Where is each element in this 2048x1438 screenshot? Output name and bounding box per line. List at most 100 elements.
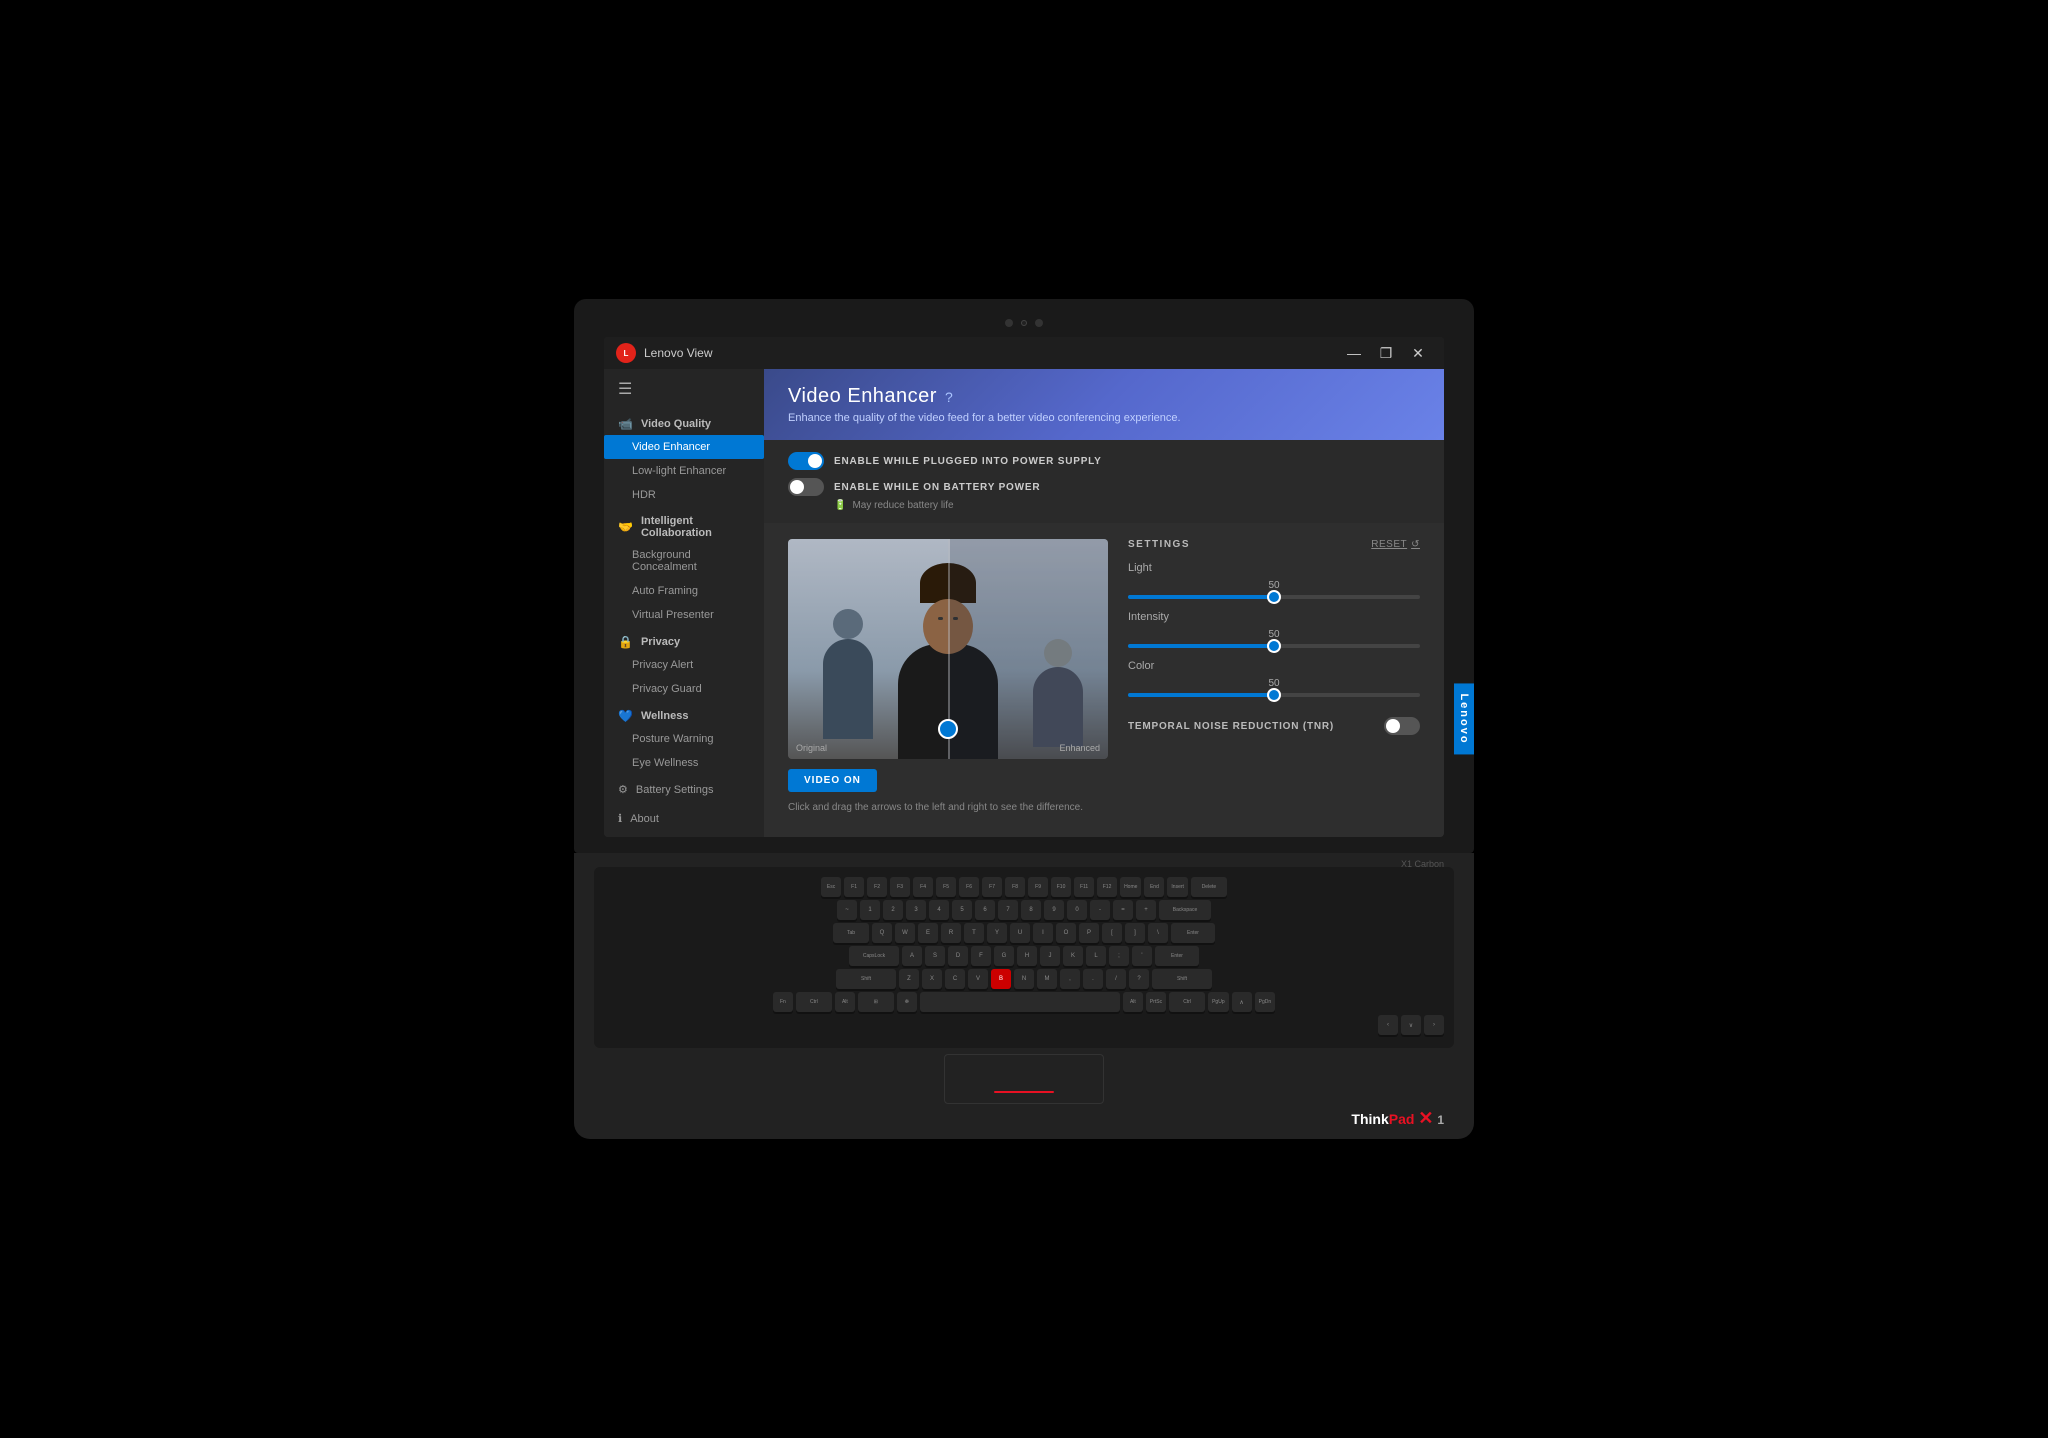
key-up[interactable]: ∧ — [1232, 992, 1252, 1012]
key-m[interactable]: M — [1037, 969, 1057, 989]
color-slider[interactable] — [1128, 693, 1420, 697]
key-equals[interactable]: = — [1113, 900, 1133, 920]
key-backspace[interactable]: Backspace — [1159, 900, 1211, 920]
trackpad[interactable] — [944, 1054, 1104, 1104]
key-left[interactable]: ‹ — [1378, 1015, 1398, 1035]
key-f1[interactable]: F1 — [844, 877, 864, 897]
key-9[interactable]: 9 — [1044, 900, 1064, 920]
key-t[interactable]: T — [964, 923, 984, 943]
light-slider[interactable] — [1128, 595, 1420, 599]
key-e[interactable]: E — [918, 923, 938, 943]
key-tilde[interactable]: ~ — [837, 900, 857, 920]
key-shift-r[interactable]: Shift — [1152, 969, 1212, 989]
key-delete[interactable]: Delete — [1191, 877, 1227, 897]
key-z[interactable]: Z — [899, 969, 919, 989]
key-j[interactable]: J — [1040, 946, 1060, 966]
key-w[interactable]: W — [895, 923, 915, 943]
sidebar-section-wellness[interactable]: 💙 Wellness — [604, 701, 764, 727]
key-space[interactable] — [920, 992, 1120, 1012]
key-period[interactable]: . — [1083, 969, 1103, 989]
key-d[interactable]: D — [948, 946, 968, 966]
key-semicolon[interactable]: ; — [1109, 946, 1129, 966]
key-right[interactable]: › — [1424, 1015, 1444, 1035]
key-f4[interactable]: F4 — [913, 877, 933, 897]
key-5[interactable]: 5 — [952, 900, 972, 920]
key-f8[interactable]: F8 — [1005, 877, 1025, 897]
key-6[interactable]: 6 — [975, 900, 995, 920]
key-i[interactable]: I — [1033, 923, 1053, 943]
sidebar-section-privacy[interactable]: 🔒 Privacy — [604, 627, 764, 653]
key-p[interactable]: P — [1079, 923, 1099, 943]
key-bracket-r[interactable]: ] — [1125, 923, 1145, 943]
reset-button[interactable]: RESET ↺ — [1371, 539, 1420, 550]
intensity-slider[interactable] — [1128, 644, 1420, 648]
key-prtsc[interactable]: PrtSc — [1146, 992, 1166, 1012]
key-1[interactable]: 1 — [860, 900, 880, 920]
sidebar-item-auto-framing[interactable]: Auto Framing — [604, 579, 764, 603]
key-x[interactable]: X — [922, 969, 942, 989]
key-h[interactable]: H — [1017, 946, 1037, 966]
restore-button[interactable]: ❐ — [1372, 343, 1400, 363]
key-quote[interactable]: ' — [1132, 946, 1152, 966]
key-fn[interactable]: Fn — [773, 992, 793, 1012]
key-plus[interactable]: + — [1136, 900, 1156, 920]
key-f12[interactable]: F12 — [1097, 877, 1117, 897]
key-insert[interactable]: Insert — [1167, 877, 1188, 897]
minimize-button[interactable]: — — [1340, 343, 1368, 363]
key-fn2[interactable]: ☸ — [897, 992, 917, 1012]
key-backslash[interactable]: \ — [1148, 923, 1168, 943]
key-alt-l[interactable]: Alt — [835, 992, 855, 1012]
key-v[interactable]: V — [968, 969, 988, 989]
key-ctrl-l[interactable]: Ctrl — [796, 992, 832, 1012]
video-handle[interactable] — [938, 719, 958, 739]
key-y[interactable]: Y — [987, 923, 1007, 943]
sidebar-about[interactable]: ℹ About — [604, 804, 764, 833]
key-capslock[interactable]: CapsLock — [849, 946, 899, 966]
key-minus[interactable]: - — [1090, 900, 1110, 920]
power-toggle[interactable] — [788, 452, 824, 470]
key-enter2[interactable]: Enter — [1155, 946, 1199, 966]
sidebar-item-video-enhancer[interactable]: Video Enhancer — [604, 435, 764, 459]
key-f[interactable]: F — [971, 946, 991, 966]
key-l[interactable]: L — [1086, 946, 1106, 966]
key-shift-l[interactable]: Shift — [836, 969, 896, 989]
key-home[interactable]: Home — [1120, 877, 1141, 897]
key-7[interactable]: 7 — [998, 900, 1018, 920]
key-2[interactable]: 2 — [883, 900, 903, 920]
key-slash[interactable]: / — [1106, 969, 1126, 989]
sidebar-item-posture[interactable]: Posture Warning — [604, 727, 764, 751]
key-4[interactable]: 4 — [929, 900, 949, 920]
key-down[interactable]: ∨ — [1401, 1015, 1421, 1035]
key-pgup[interactable]: PgUp — [1208, 992, 1229, 1012]
key-f9[interactable]: F9 — [1028, 877, 1048, 897]
key-alt-r[interactable]: Alt — [1123, 992, 1143, 1012]
tnr-toggle[interactable] — [1384, 717, 1420, 735]
key-f5[interactable]: F5 — [936, 877, 956, 897]
key-end[interactable]: End — [1144, 877, 1164, 897]
sidebar-item-hdr[interactable]: HDR — [604, 483, 764, 507]
key-enter[interactable]: Enter — [1171, 923, 1215, 943]
key-f7[interactable]: F7 — [982, 877, 1002, 897]
key-esc[interactable]: Esc — [821, 877, 841, 897]
key-f6[interactable]: F6 — [959, 877, 979, 897]
key-c[interactable]: C — [945, 969, 965, 989]
sidebar-feedback[interactable]: 💬 Feedback — [604, 833, 764, 837]
key-0[interactable]: 0 — [1067, 900, 1087, 920]
help-icon[interactable]: ? — [945, 389, 953, 405]
key-bracket-l[interactable]: [ — [1102, 923, 1122, 943]
sidebar-item-virtual-presenter[interactable]: Virtual Presenter — [604, 603, 764, 627]
key-3[interactable]: 3 — [906, 900, 926, 920]
key-win[interactable]: ⊞ — [858, 992, 894, 1012]
sidebar-battery-settings[interactable]: ⚙ Battery Settings — [604, 775, 764, 804]
sidebar-section-intelligent[interactable]: 🤝 Intelligent Collaboration — [604, 507, 764, 543]
key-f3[interactable]: F3 — [890, 877, 910, 897]
key-f2[interactable]: F2 — [867, 877, 887, 897]
sidebar-item-privacy-alert[interactable]: Privacy Alert — [604, 653, 764, 677]
hamburger-menu[interactable]: ☰ — [604, 369, 764, 409]
key-u[interactable]: U — [1010, 923, 1030, 943]
key-tab[interactable]: Tab — [833, 923, 869, 943]
sidebar-item-background-concealment[interactable]: Background Concealment — [604, 543, 764, 579]
key-f11[interactable]: F11 — [1074, 877, 1094, 897]
key-g[interactable]: G — [994, 946, 1014, 966]
sidebar-item-lowlight[interactable]: Low-light Enhancer — [604, 459, 764, 483]
